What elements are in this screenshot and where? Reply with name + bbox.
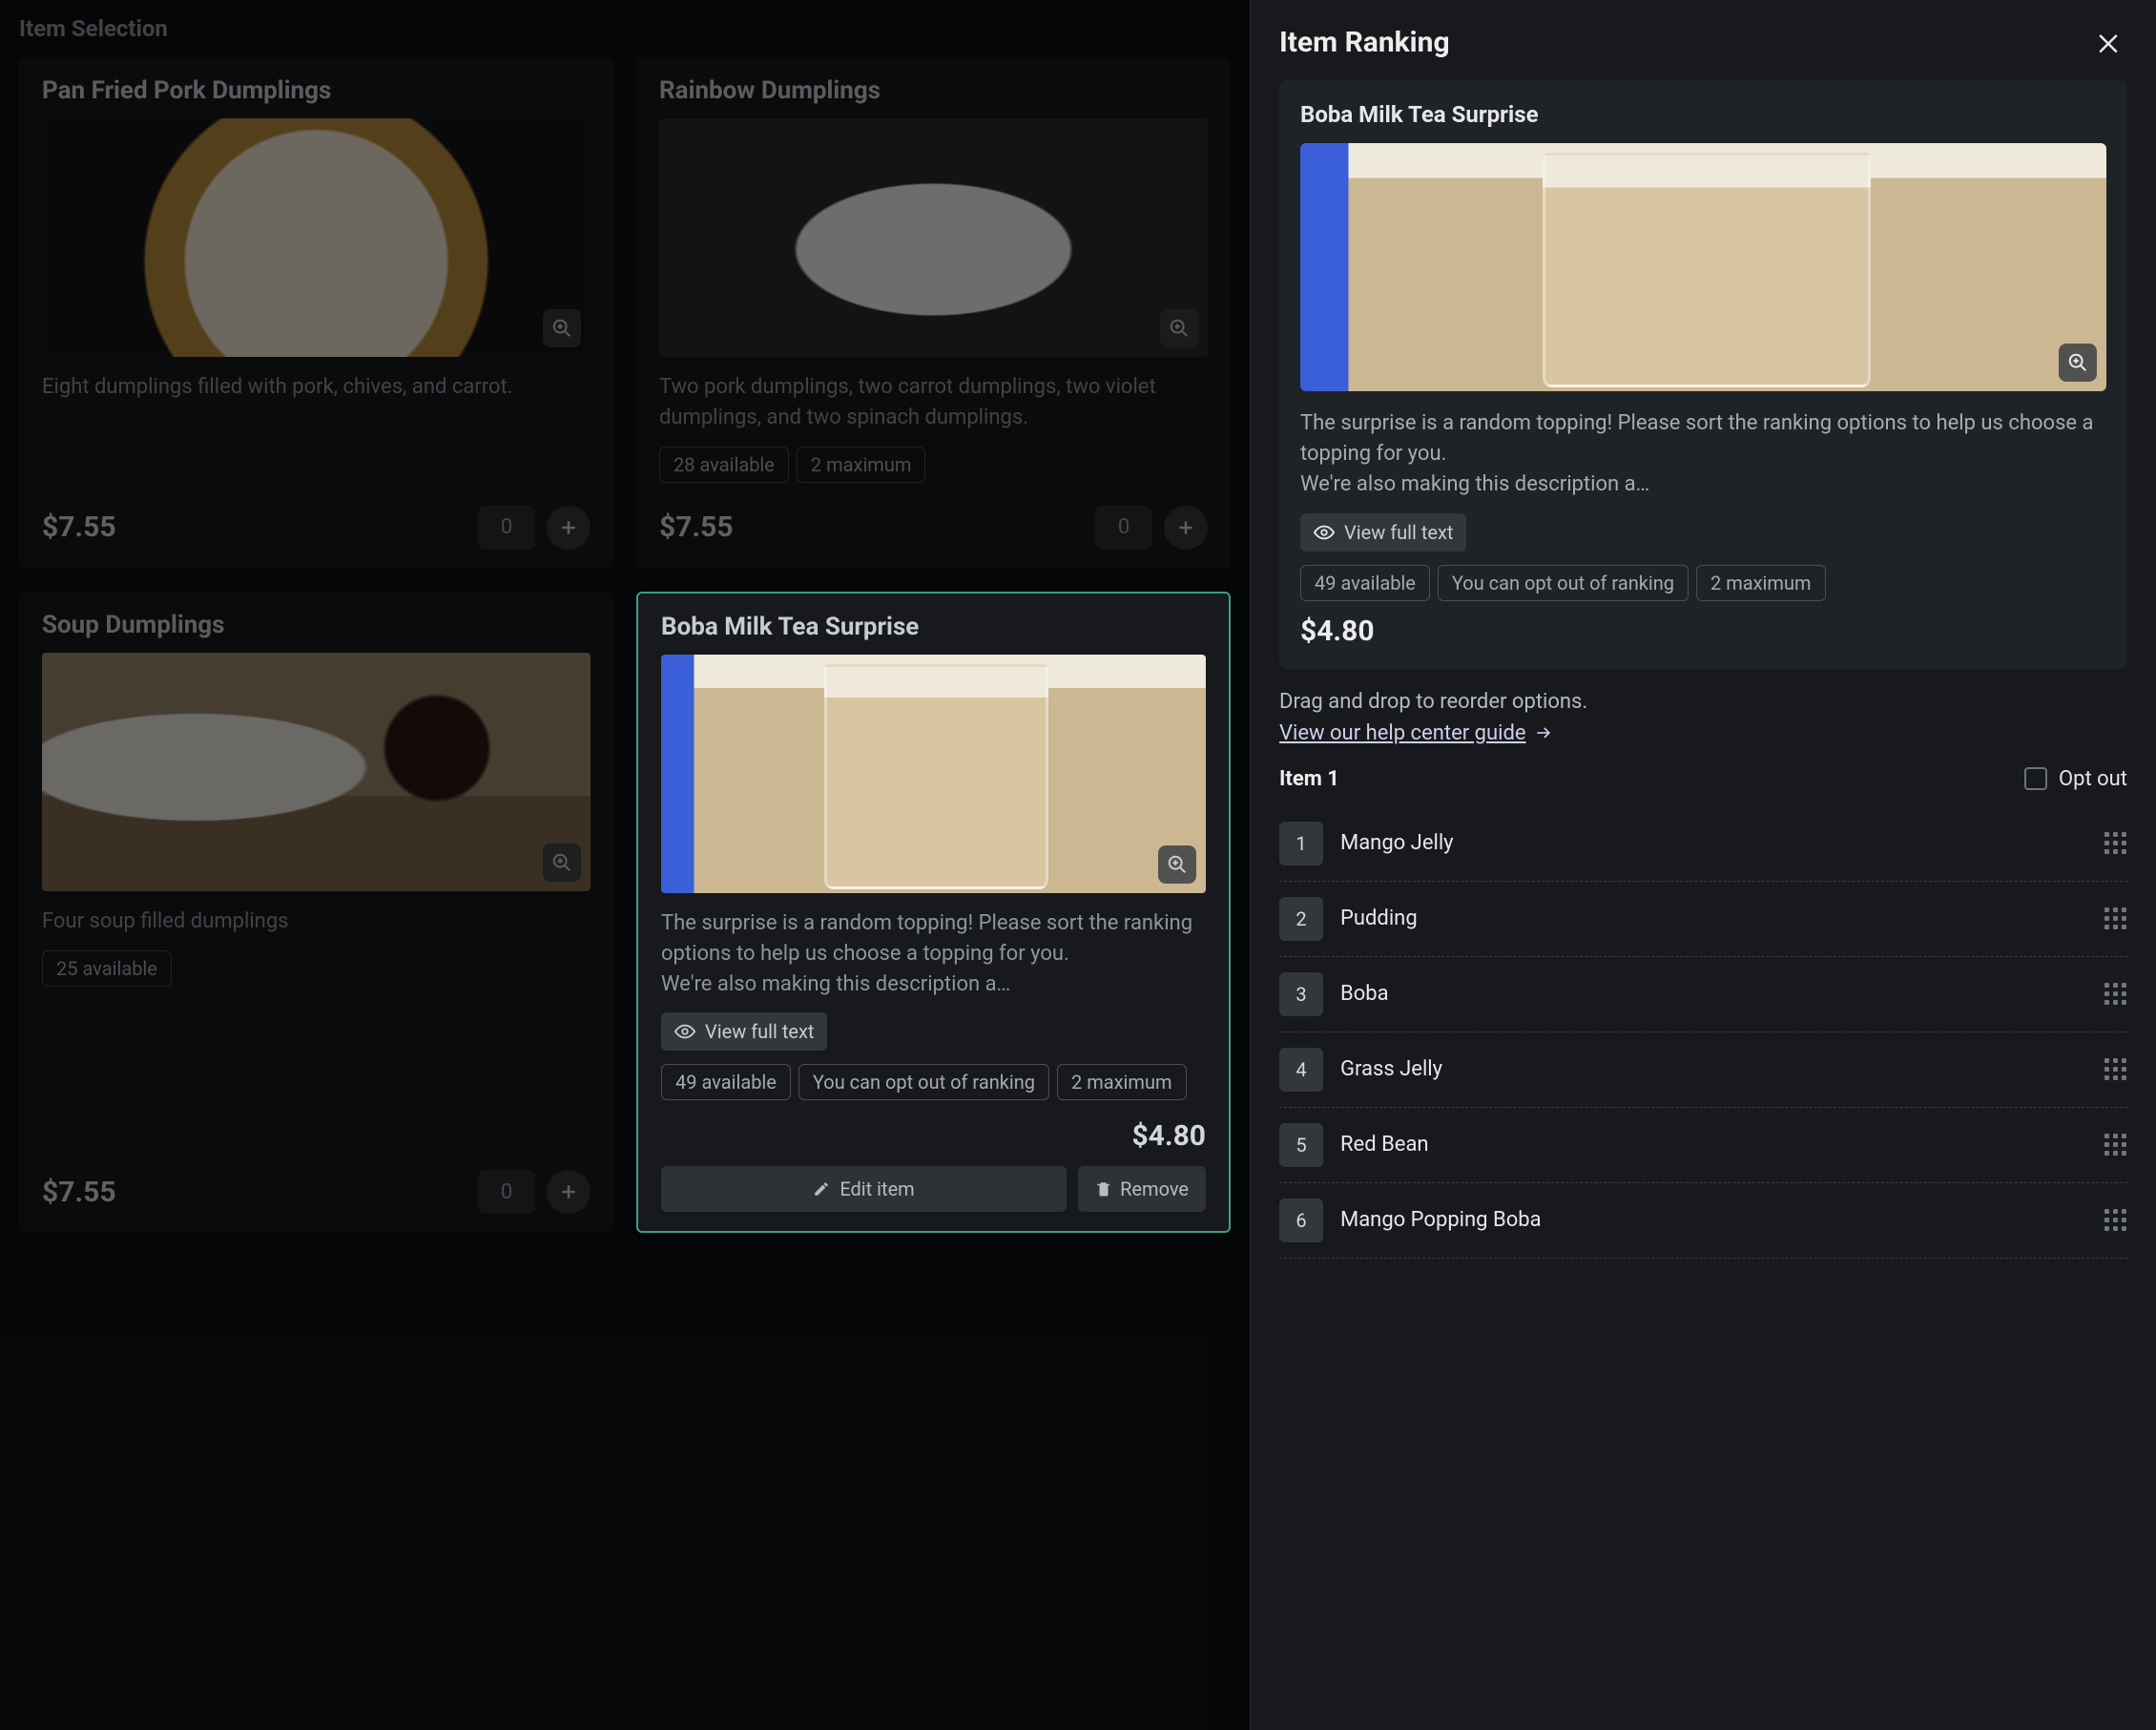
ranking-list: 1 Mango Jelly 2 Pudding 3 Boba 4 Grass Jelly 5 Re… (1279, 806, 2127, 1259)
view-full-text-button[interactable]: View full text (1300, 513, 1466, 552)
detail-card: Boba Milk Tea Surprise The surprise is a… (1279, 80, 2127, 669)
ranking-row[interactable]: 1 Mango Jelly (1279, 806, 2127, 882)
item-description: Eight dumplings filled with pork, chives… (42, 372, 591, 403)
view-full-text-label: View full text (705, 1020, 814, 1043)
opt-out-label: Opt out (2059, 767, 2127, 791)
drag-handle-icon[interactable] (2103, 1057, 2127, 1082)
trash-icon (1095, 1180, 1112, 1198)
rank-number: 5 (1279, 1123, 1323, 1167)
detail-item-title: Boba Milk Tea Surprise (1300, 101, 2106, 128)
rank-option-label: Boba (1340, 982, 2085, 1006)
pencil-icon (813, 1180, 830, 1198)
checkbox-icon (2024, 767, 2047, 790)
item-description: The surprise is a random topping! Please… (661, 908, 1206, 1000)
optout-chip: You can opt out of ranking (1438, 565, 1689, 601)
drag-handle-icon[interactable] (2103, 907, 2127, 931)
item-card-boba-selected: Boba Milk Tea Surprise The surprise is a… (636, 592, 1231, 1234)
eye-icon (1314, 522, 1335, 543)
detail-item-image (1300, 143, 2106, 391)
item-image (42, 118, 591, 357)
detail-item-description: The surprise is a random topping! Please… (1300, 408, 2106, 500)
item-title: Boba Milk Tea Surprise (661, 613, 1206, 641)
item-price: $7.55 (42, 1176, 116, 1209)
edit-item-label: Edit item (840, 1178, 914, 1200)
arrow-right-icon (1534, 723, 1553, 742)
rank-number: 1 (1279, 822, 1323, 865)
availability-chip: 49 available (661, 1064, 791, 1100)
ranking-row[interactable]: 5 Red Bean (1279, 1108, 2127, 1183)
rank-option-label: Pudding (1340, 907, 2085, 930)
detail-item-price: $4.80 (1300, 615, 2106, 648)
add-button[interactable] (1164, 506, 1208, 550)
ranking-row[interactable]: 2 Pudding (1279, 882, 2127, 957)
drag-handle-icon[interactable] (2103, 831, 2127, 856)
help-center-link[interactable]: View our help center guide (1279, 721, 1553, 746)
item-ranking-panel: Item Ranking Boba Milk Tea Surprise The … (1250, 0, 2156, 1730)
drag-handle-icon[interactable] (2103, 982, 2127, 1007)
section-title: Item Selection (19, 15, 1231, 42)
rank-option-label: Mango Jelly (1340, 831, 2085, 855)
quantity-value: 0 (478, 506, 535, 550)
magnify-plus-icon[interactable] (1160, 309, 1198, 347)
item-description: Four soup filled dumplings (42, 907, 591, 937)
optout-chip: You can opt out of ranking (798, 1064, 1049, 1100)
item-image (659, 118, 1208, 357)
drag-handle-icon[interactable] (2103, 1208, 2127, 1233)
item-title: Soup Dumplings (42, 611, 591, 639)
quantity-value: 0 (1095, 506, 1152, 550)
ranking-row[interactable]: 4 Grass Jelly (1279, 1032, 2127, 1108)
help-center-link-label: View our help center guide (1279, 721, 1526, 745)
ranking-item-label: Item 1 (1279, 767, 1339, 791)
rank-number: 6 (1279, 1198, 1323, 1242)
close-icon (2094, 28, 2123, 56)
item-price: $4.80 (1131, 1119, 1206, 1153)
magnify-plus-icon[interactable] (543, 844, 581, 882)
rank-number: 4 (1279, 1048, 1323, 1092)
add-button[interactable] (547, 506, 591, 550)
item-description: Two pork dumplings, two carrot dumplings… (659, 372, 1208, 433)
magnify-plus-icon[interactable] (2059, 344, 2097, 382)
view-full-text-button[interactable]: View full text (661, 1012, 827, 1051)
edit-item-button[interactable]: Edit item (661, 1166, 1067, 1212)
item-price: $7.55 (42, 511, 116, 544)
quantity-value: 0 (478, 1170, 535, 1214)
ranking-row[interactable]: 6 Mango Popping Boba (1279, 1183, 2127, 1259)
item-image (661, 655, 1206, 893)
rank-number: 3 (1279, 972, 1323, 1016)
availability-chip: 28 available (659, 447, 789, 483)
close-button[interactable] (2089, 23, 2127, 61)
rank-option-label: Mango Popping Boba (1340, 1208, 2085, 1232)
rank-option-label: Red Bean (1340, 1133, 2085, 1157)
reorder-hint: Drag and drop to reorder options. (1279, 690, 2127, 714)
magnify-plus-icon[interactable] (1158, 845, 1196, 884)
ranking-row[interactable]: 3 Boba (1279, 957, 2127, 1032)
rank-number: 2 (1279, 897, 1323, 941)
item-price: $7.55 (659, 511, 734, 544)
panel-title: Item Ranking (1279, 26, 1450, 59)
item-card-soup: Soup Dumplings Four soup filled dumpling… (19, 592, 613, 1234)
drag-handle-icon[interactable] (2103, 1133, 2127, 1157)
item-title: Pan Fried Pork Dumplings (42, 76, 591, 105)
item-image (42, 653, 591, 891)
magnify-plus-icon[interactable] (543, 309, 581, 347)
view-full-text-label: View full text (1344, 521, 1453, 544)
availability-chip: 25 available (42, 950, 172, 987)
item-card-rainbow: Rainbow Dumplings Two pork dumplings, tw… (636, 57, 1231, 569)
maximum-chip: 2 maximum (797, 447, 926, 483)
eye-icon (674, 1021, 695, 1042)
item-title: Rainbow Dumplings (659, 76, 1208, 105)
availability-chip: 49 available (1300, 565, 1430, 601)
opt-out-toggle[interactable]: Opt out (2024, 767, 2127, 791)
add-button[interactable] (547, 1170, 591, 1214)
maximum-chip: 2 maximum (1057, 1064, 1187, 1100)
item-card-pork: Pan Fried Pork Dumplings Eight dumplings… (19, 57, 613, 569)
remove-item-label: Remove (1120, 1178, 1189, 1200)
rank-option-label: Grass Jelly (1340, 1057, 2085, 1081)
remove-item-button[interactable]: Remove (1078, 1166, 1206, 1212)
maximum-chip: 2 maximum (1696, 565, 1826, 601)
